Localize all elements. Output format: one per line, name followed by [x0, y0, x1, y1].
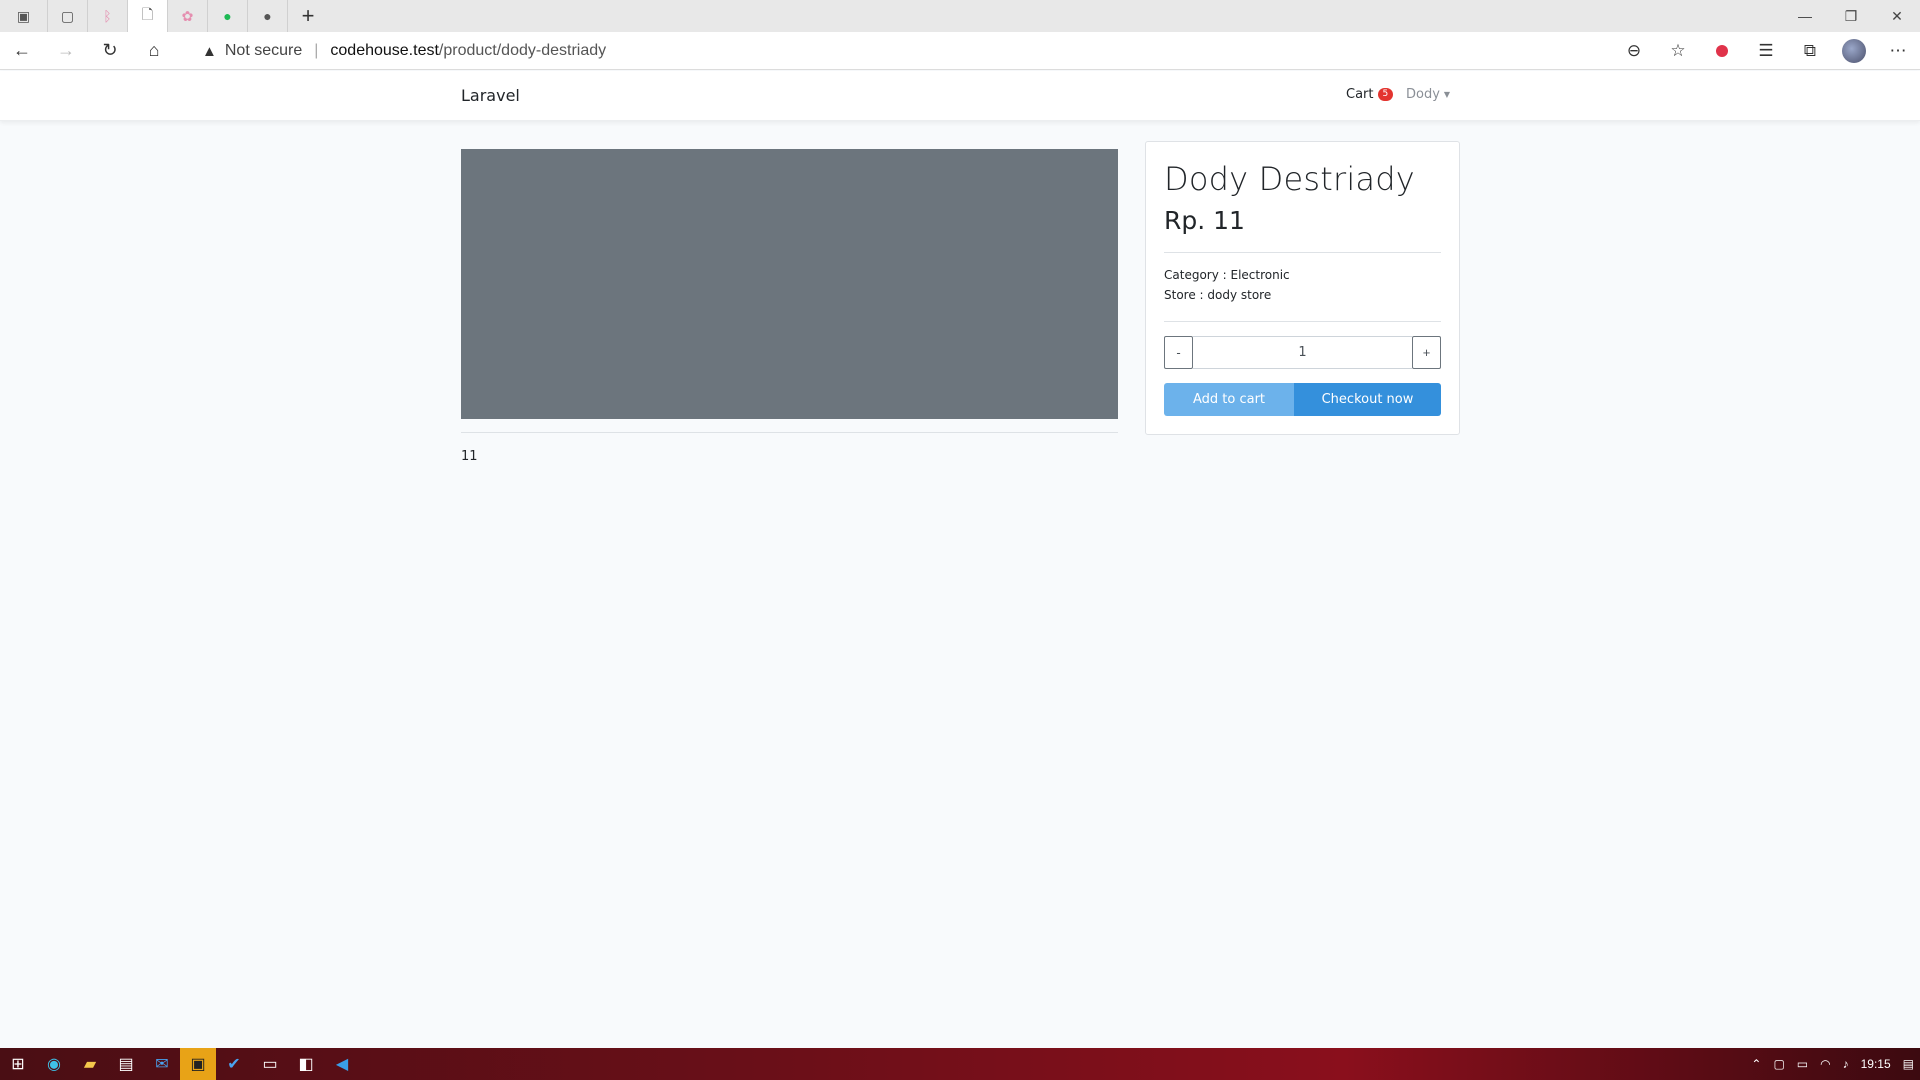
- brand-link[interactable]: Laravel: [461, 86, 520, 105]
- refresh-button[interactable]: ↻: [88, 32, 132, 70]
- notifications-icon[interactable]: ▤: [1897, 1057, 1920, 1071]
- warning-icon: ▲: [202, 42, 217, 60]
- product-image: [461, 149, 1118, 419]
- divider: [461, 432, 1118, 433]
- quantity-input[interactable]: 1: [1193, 336, 1412, 369]
- start-icon[interactable]: ⊞: [0, 1048, 36, 1080]
- divider: [1164, 321, 1441, 322]
- avatar: [1842, 39, 1866, 63]
- home-button[interactable]: ⌂: [132, 32, 176, 70]
- tab-1[interactable]: ▢: [48, 0, 88, 32]
- product-category: Category : Electronic: [1164, 268, 1290, 282]
- add-to-cart-button[interactable]: Add to cart: [1164, 383, 1294, 416]
- chevron-up-icon[interactable]: ⌃: [1745, 1057, 1767, 1071]
- minimize-button[interactable]: —: [1782, 0, 1828, 32]
- terminal-icon[interactable]: ▭: [252, 1048, 288, 1080]
- user-dropdown[interactable]: Dody ▼: [1406, 87, 1450, 102]
- vscode-icon[interactable]: ◀: [324, 1048, 360, 1080]
- product-description: 11: [461, 449, 478, 464]
- url-path: /product/dody-destriady: [438, 42, 607, 59]
- increase-quantity-button[interactable]: +: [1412, 336, 1441, 369]
- tab-favicon: ᛒ: [103, 8, 112, 24]
- restore-button[interactable]: ❐: [1828, 0, 1874, 32]
- system-tray: ⌃ ▢ ▭ ◠ ♪ 19:15 ▤: [1745, 1048, 1920, 1080]
- quantity-stepper: - 1 +: [1164, 336, 1441, 369]
- browser-toolbar: ← → ↻ ⌂ ▲ Not secure | codehouse.test/pr…: [0, 32, 1920, 70]
- checkout-now-button[interactable]: Checkout now: [1294, 383, 1441, 416]
- close-window-button[interactable]: ✕: [1874, 0, 1920, 32]
- cart-label: Cart: [1346, 87, 1374, 102]
- tab-actions-icon[interactable]: ▣: [0, 0, 48, 32]
- tab-2[interactable]: ᛒ: [88, 0, 128, 32]
- collections-icon[interactable]: ⧉: [1788, 32, 1832, 70]
- todo-icon[interactable]: ✔: [216, 1048, 252, 1080]
- zoom-out-icon[interactable]: ⊖: [1612, 32, 1656, 70]
- document-icon: 🗋: [141, 6, 154, 22]
- app-navbar: Laravel Cart 5 Dody ▼: [0, 71, 1920, 121]
- product-title: Dody Destriady: [1164, 160, 1415, 198]
- browser-tabbar: ▣ ▢ ᛒ 🗋 ✿ ● ● + — ❐ ✕: [0, 0, 1920, 32]
- cart-count-badge: 5: [1377, 88, 1394, 101]
- add-favorite-icon[interactable]: ☆: [1656, 32, 1700, 70]
- tab-favicon: ●: [223, 8, 232, 24]
- volume-icon[interactable]: ♪: [1837, 1057, 1855, 1071]
- tab-github[interactable]: ●: [248, 0, 288, 32]
- mail-icon[interactable]: ✉: [144, 1048, 180, 1080]
- divider: [1164, 252, 1441, 253]
- file-explorer-icon[interactable]: ▰: [72, 1048, 108, 1080]
- caret-down-icon: ▼: [1443, 90, 1451, 99]
- purchase-actions: Add to cart Checkout now: [1164, 383, 1441, 416]
- product-store: Store : dody store: [1164, 288, 1272, 302]
- security-label: Not secure: [224, 42, 303, 59]
- app-icon[interactable]: ◧: [288, 1048, 324, 1080]
- address-bar[interactable]: ▲ Not secure | codehouse.test/product/do…: [190, 36, 1670, 66]
- profile-avatar[interactable]: [1832, 32, 1876, 70]
- product-price: Rp. 11: [1164, 206, 1245, 235]
- back-button[interactable]: ←: [0, 32, 44, 70]
- tab-active[interactable]: 🗋: [128, 0, 168, 32]
- github-icon: ●: [263, 8, 272, 24]
- decrease-quantity-button[interactable]: -: [1164, 336, 1193, 369]
- battery-icon[interactable]: ▭: [1791, 1057, 1814, 1071]
- page-icon: ▢: [60, 7, 75, 24]
- store-icon[interactable]: ▤: [108, 1048, 144, 1080]
- address-separator: |: [314, 42, 319, 59]
- product-card: Dody Destriady Rp. 11 Category : Electro…: [1145, 141, 1460, 435]
- favorites-icon[interactable]: ☰: [1744, 32, 1788, 70]
- url-host: codehouse.test: [330, 42, 439, 59]
- new-tab-button[interactable]: +: [288, 0, 328, 32]
- tab-4[interactable]: ✿: [168, 0, 208, 32]
- forward-button[interactable]: →: [44, 32, 88, 70]
- meet-now-icon[interactable]: ▢: [1767, 1057, 1790, 1071]
- more-menu-icon[interactable]: ⋯: [1876, 32, 1920, 70]
- tab-5[interactable]: ●: [208, 0, 248, 32]
- user-name: Dody: [1406, 87, 1440, 102]
- clock[interactable]: 19:15: [1855, 1057, 1897, 1071]
- cart-link[interactable]: Cart 5: [1346, 87, 1394, 102]
- tab-favicon: ✿: [181, 7, 194, 24]
- extension-record-icon[interactable]: [1700, 32, 1744, 70]
- edge-icon[interactable]: ◉: [36, 1048, 72, 1080]
- sticky-notes-icon[interactable]: ▣: [180, 1048, 216, 1080]
- wifi-icon[interactable]: ◠: [1814, 1057, 1836, 1071]
- record-icon: [1716, 45, 1728, 57]
- taskbar: ⊞ ◉ ▰ ▤ ✉ ▣ ✔ ▭ ◧ ◀ ⌃ ▢ ▭ ◠ ♪ 19:15 ▤: [0, 1048, 1920, 1080]
